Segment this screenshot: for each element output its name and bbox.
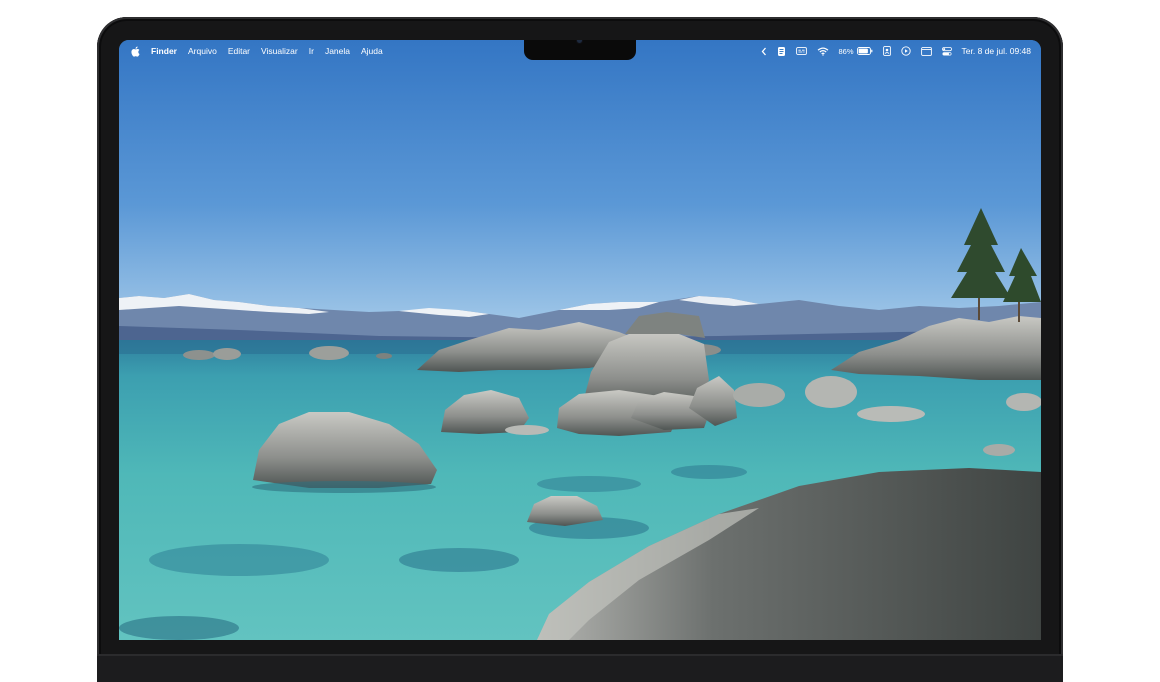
menu-editar[interactable]: Editar: [228, 46, 250, 56]
desktop-wallpaper: [119, 40, 1041, 640]
chevron-left-icon[interactable]: [761, 44, 767, 58]
desktop-screen: Finder Arquivo Editar Visualizar Ir Jane…: [119, 40, 1041, 640]
apple-logo-icon[interactable]: [131, 46, 140, 57]
control-center-icon[interactable]: [941, 44, 952, 58]
menu-arquivo[interactable]: Arquivo: [188, 46, 217, 56]
camera-icon: [577, 40, 582, 43]
captions-icon[interactable]: [795, 44, 807, 58]
menu-ajuda[interactable]: Ajuda: [361, 46, 383, 56]
display-notch: [524, 40, 636, 60]
menu-bar-status: 86% Ter. 8 de jul. 09:48: [761, 40, 1031, 62]
menu-bar-clock[interactable]: Ter. 8 de jul. 09:48: [962, 46, 1031, 56]
contact-card-icon[interactable]: [882, 44, 891, 58]
menu-ir[interactable]: Ir: [309, 46, 314, 56]
battery-indicator[interactable]: 86%: [839, 44, 873, 58]
script-icon[interactable]: [777, 44, 786, 58]
battery-percent: 86%: [838, 46, 854, 56]
menu-bar-left: Finder Arquivo Editar Visualizar Ir Jane…: [119, 46, 383, 57]
wifi-icon[interactable]: [817, 44, 829, 58]
window-icon[interactable]: [920, 44, 932, 58]
laptop-base: [97, 654, 1063, 682]
menu-app-name[interactable]: Finder: [151, 46, 177, 56]
menu-visualizar[interactable]: Visualizar: [261, 46, 298, 56]
battery-icon: [856, 47, 872, 55]
menu-janela[interactable]: Janela: [325, 46, 350, 56]
play-circle-icon[interactable]: [900, 44, 911, 58]
